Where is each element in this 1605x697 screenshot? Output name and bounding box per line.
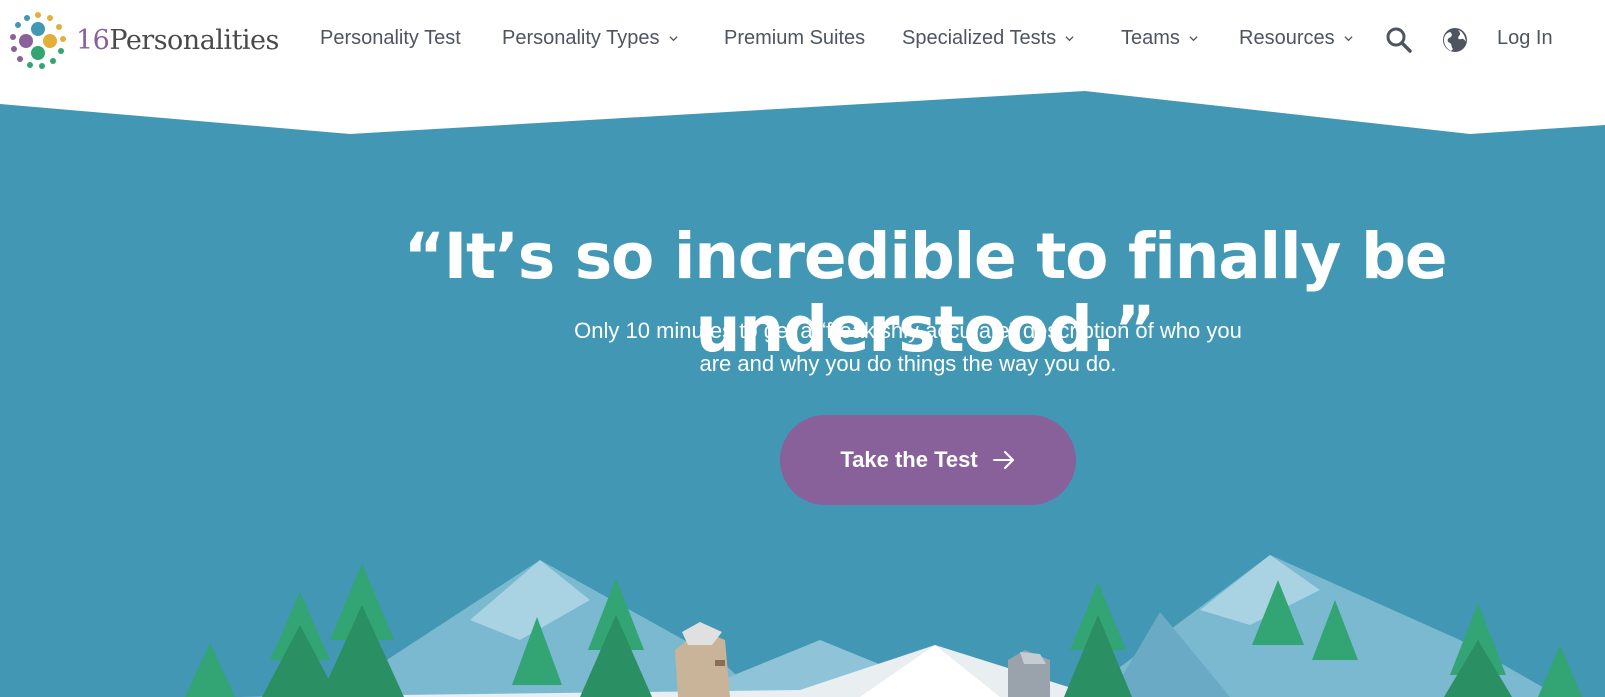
nav-premium-suites[interactable]: Premium Suites <box>724 27 865 50</box>
site-logo[interactable]: 16Personalities <box>6 10 279 72</box>
site-header: 16Personalities Personality Test Persona… <box>0 0 1605 82</box>
nav-specialized-tests[interactable]: Specialized Tests <box>902 27 1074 50</box>
logo-word: Personalities <box>109 24 279 56</box>
chevron-down-icon <box>1344 36 1353 42</box>
logo-number: 16 <box>76 24 110 56</box>
logo-dots-icon <box>10 12 66 69</box>
nav-label: Teams <box>1121 27 1180 49</box>
hero-subtext-line1: Only 10 minutes to get a “freakishly acc… <box>574 318 1242 343</box>
arrow-right-icon <box>992 451 1014 469</box>
logo-wordmark: 16Personalities <box>76 25 279 56</box>
nav-resources[interactable]: Resources <box>1239 27 1353 50</box>
login-link[interactable]: Log In <box>1497 27 1553 50</box>
search-icon <box>1386 27 1412 53</box>
take-the-test-button[interactable]: Take the Test <box>780 415 1076 505</box>
nav-teams[interactable]: Teams <box>1121 27 1198 50</box>
nav-label: Personality Types <box>502 27 660 49</box>
hero-subtext-line2: are and why you do things the way you do… <box>699 351 1117 376</box>
nav-label: Resources <box>1239 27 1335 49</box>
globe-icon <box>1443 28 1467 52</box>
nav-personality-test[interactable]: Personality Test <box>320 27 461 50</box>
chevron-down-icon <box>1189 36 1198 42</box>
chevron-down-icon <box>1065 36 1074 42</box>
chevron-down-icon <box>668 36 678 42</box>
nav-label: Specialized Tests <box>902 27 1057 49</box>
cta-label: Take the Test <box>840 447 978 472</box>
search-button[interactable] <box>1385 26 1413 54</box>
hero-section: “It’s so incredible to finally be unders… <box>0 0 1605 697</box>
login-label: Log In <box>1497 27 1553 49</box>
nav-label: Premium Suites <box>724 27 866 49</box>
nav-label: Personality Test <box>320 27 461 49</box>
language-button[interactable] <box>1441 26 1469 54</box>
nav-personality-types[interactable]: Personality Types <box>502 27 678 50</box>
hero-subtext: Only 10 minutes to get a “freakishly acc… <box>548 314 1268 380</box>
